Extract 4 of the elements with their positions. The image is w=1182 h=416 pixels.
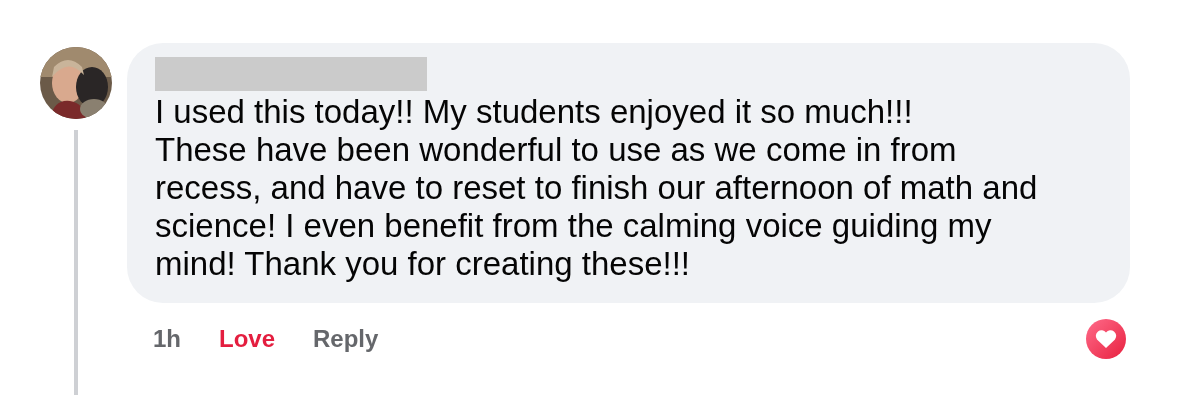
comment-text: I used this today!! My students enjoyed it so much!!! These have been wonderful to use as we come in from recess, and have to reset to finish our afternoon of math and science! I even benefit from the calming voice guiding my mind! Thank you for creating these!!!	[155, 93, 1039, 283]
reply-link[interactable]: Reply	[313, 321, 379, 357]
love-link[interactable]: Love	[219, 321, 276, 357]
timestamp[interactable]: 1h	[153, 321, 181, 357]
